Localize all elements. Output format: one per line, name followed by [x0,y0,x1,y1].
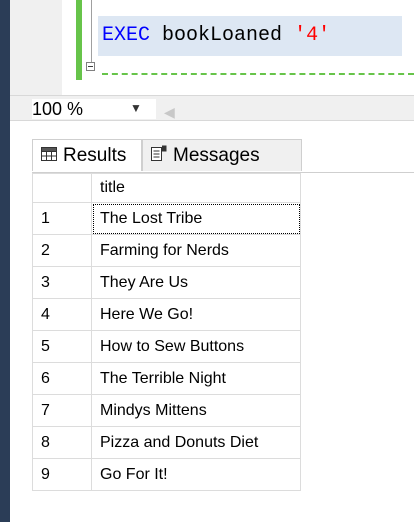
row-number[interactable]: 3 [32,266,92,299]
title-cell[interactable]: The Terrible Night [91,362,301,395]
table-row[interactable]: 7 Mindys Mittens [32,394,301,427]
row-number[interactable]: 2 [32,234,92,267]
row-number[interactable]: 1 [32,202,92,235]
title-cell[interactable]: Here We Go! [91,298,301,331]
chevron-down-icon[interactable]: ▼ [130,101,142,115]
table-row[interactable]: 9 Go For It! [32,458,301,491]
title-cell[interactable]: Mindys Mittens [91,394,301,427]
column-header-title[interactable]: title [91,173,301,203]
results-grid[interactable]: title 1 The Lost Tribe 2 Farming for Nerds… [32,172,414,522]
zoom-dropdown[interactable]: 100 % ▼ ◀ [32,99,175,120]
results-table: title 1 The Lost Tribe 2 Farming for Nerds… [32,173,301,491]
code-procedure-name: bookLoaned [162,24,283,47]
title-cell[interactable]: Farming for Nerds [91,234,301,267]
table-row[interactable]: 1 The Lost Tribe [32,202,301,235]
title-cell[interactable]: The Lost Tribe [91,202,301,235]
editor-gutter [10,0,62,95]
row-number[interactable]: 4 [32,298,92,331]
zoom-bar: 100 % ▼ ◀ [10,95,414,121]
title-cell[interactable]: How to Sew Buttons [91,330,301,363]
collapse-minus-icon[interactable] [86,62,95,71]
tab-messages[interactable]: Messages [142,139,302,171]
results-pane: Results Messages title 1 The Lost Tribe 2… [10,121,414,522]
table-row[interactable]: 3 They Are Us [32,266,301,299]
messages-icon [151,140,167,172]
row-number[interactable]: 8 [32,426,92,459]
row-number[interactable]: 9 [32,458,92,491]
title-cell[interactable]: Go For It! [91,458,301,491]
tab-results[interactable]: Results [32,139,142,171]
outline-guide-line [91,0,92,62]
table-row[interactable]: 8 Pizza and Donuts Diet [32,426,301,459]
table-row[interactable]: 5 How to Sew Buttons [32,330,301,363]
row-number[interactable]: 7 [32,394,92,427]
table-row[interactable]: 4 Here We Go! [32,298,301,331]
tab-results-label: Results [63,145,127,167]
row-number[interactable]: 5 [32,330,92,363]
statement-separator-line [102,73,414,75]
grid-icon [41,140,57,172]
code-line-exec[interactable]: EXEC bookLoaned '4' [98,16,402,56]
code-keyword: EXEC [102,24,151,47]
table-row[interactable]: 2 Farming for Nerds [32,234,301,267]
title-cell[interactable]: Pizza and Donuts Diet [91,426,301,459]
zoom-value: 100 % [32,99,84,119]
row-number-header[interactable] [32,173,92,203]
table-header-row: title [32,173,301,203]
change-tracking-bar [76,0,82,80]
query-editor[interactable]: EXEC bookLoaned '4' [10,0,414,95]
row-number[interactable]: 6 [32,362,92,395]
table-row[interactable]: 6 The Terrible Night [32,362,301,395]
tab-messages-label: Messages [173,145,260,167]
code-string-argument: '4' [294,24,331,47]
scroll-left-arrow-icon[interactable]: ◀ [164,104,175,121]
title-cell[interactable]: They Are Us [91,266,301,299]
left-window-strip [0,0,10,522]
